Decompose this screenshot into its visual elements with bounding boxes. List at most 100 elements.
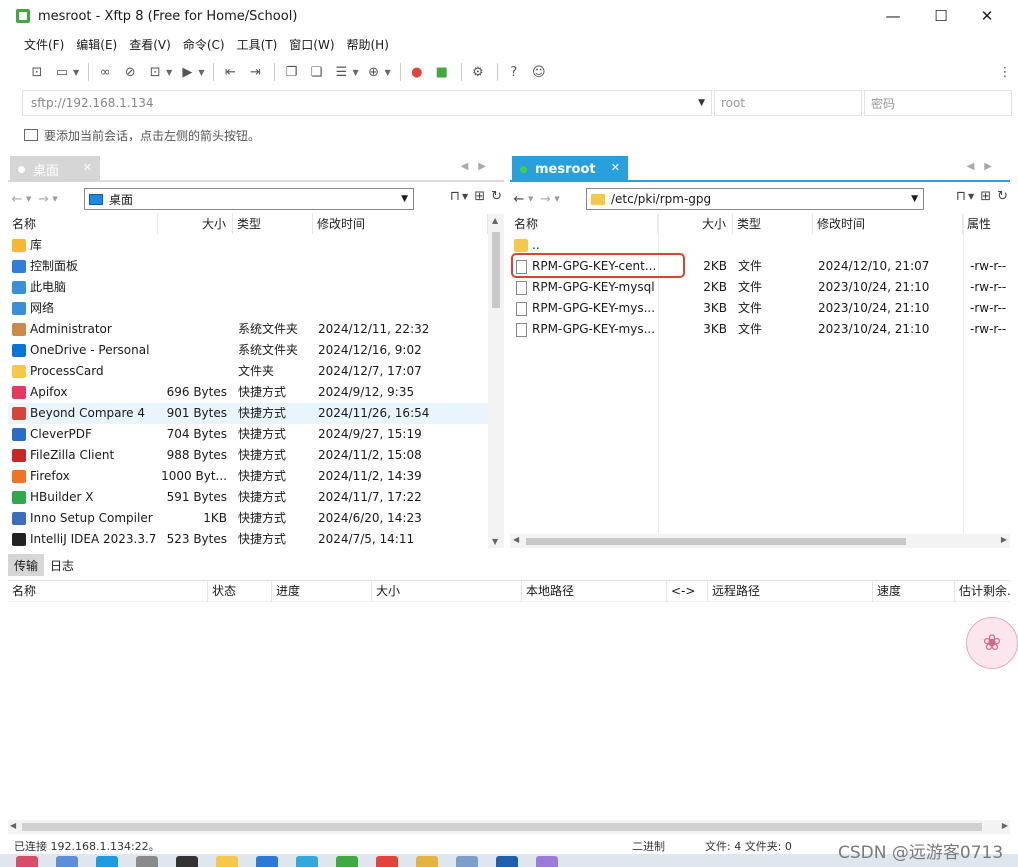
disconnect-icon[interactable]: ⊘	[119, 61, 141, 83]
back-arrow-icon[interactable]: ←	[510, 192, 528, 207]
taskbar-app-icon[interactable]	[56, 856, 78, 867]
table-row[interactable]: 网络	[8, 298, 504, 319]
taskbar-vscode-icon[interactable]	[256, 856, 278, 867]
back-dropdown-icon[interactable]: ▼	[528, 195, 533, 203]
menu-window[interactable]: 窗口(W)	[283, 36, 340, 53]
feedback-icon[interactable]: ☺	[528, 61, 550, 83]
taskbar-app-icon[interactable]	[376, 856, 398, 867]
forward-arrow-icon[interactable]: →	[536, 192, 554, 207]
remote-path-input[interactable]: /etc/pki/rpm-gpg ▼	[586, 188, 924, 210]
table-row[interactable]: ProcessCard 文件夹 2024/12/7, 17:07	[8, 361, 504, 382]
tab-mesroot[interactable]: mesroot ✕	[512, 156, 628, 182]
settings-gear-icon[interactable]: ⚙	[467, 61, 489, 83]
transfer-horizontal-scrollbar[interactable]: ◀ ▶	[8, 820, 1010, 834]
table-row[interactable]: 控制面板	[8, 256, 504, 277]
back-dropdown-icon[interactable]: ▼	[26, 195, 31, 203]
forward-dropdown-icon[interactable]: ▼	[554, 195, 559, 203]
col-type[interactable]: 类型	[733, 214, 813, 234]
transfer-dropdown-icon[interactable]: ▼	[198, 68, 204, 77]
menu-help[interactable]: 帮助(H)	[341, 36, 395, 53]
upload-icon[interactable]: ⇤	[219, 61, 241, 83]
encoding-dropdown-icon[interactable]: ▼	[385, 68, 391, 77]
username-input[interactable]: root	[714, 90, 862, 116]
scroll-right-icon[interactable]: ▶	[1002, 821, 1008, 830]
transfer-icon[interactable]: ▶	[176, 61, 198, 83]
new-tab-dropdown-icon[interactable]: ▼	[166, 68, 172, 77]
col-name[interactable]: 名称	[8, 214, 158, 234]
globe-icon[interactable]: ⊕	[363, 61, 385, 83]
new-tab-icon[interactable]: ⊡	[144, 61, 166, 83]
tab-scroll-arrows-icon[interactable]: ◀▶	[461, 161, 496, 172]
scroll-thumb[interactable]	[22, 823, 982, 831]
col-progress[interactable]: 进度	[272, 581, 372, 602]
menu-file[interactable]: 文件(F)	[18, 36, 70, 53]
remote-horizontal-scrollbar[interactable]: ◀ ▶	[510, 534, 1010, 548]
taskbar-app-icon[interactable]	[456, 856, 478, 867]
scroll-left-icon[interactable]: ◀	[10, 821, 16, 830]
table-row[interactable]: 库	[8, 235, 504, 256]
taskbar-folder-icon[interactable]	[216, 856, 238, 867]
forward-dropdown-icon[interactable]: ▼	[52, 195, 57, 203]
taskbar-app-icon[interactable]	[96, 856, 118, 867]
scroll-thumb[interactable]	[492, 232, 500, 308]
tab-scroll-arrows-icon[interactable]: ◀▶	[967, 161, 1002, 172]
menu-command[interactable]: 命令(C)	[177, 36, 231, 53]
scroll-left-icon[interactable]: ◀	[513, 535, 519, 544]
col-type[interactable]: 类型	[233, 214, 313, 234]
minimize-button[interactable]: —	[870, 0, 916, 32]
tab-transfer[interactable]: 传输	[8, 554, 45, 576]
col-name[interactable]: 名称	[8, 581, 208, 602]
new-session-icon[interactable]: ⊡	[26, 61, 48, 83]
copy-icon[interactable]: ❐	[280, 61, 302, 83]
view-dropdown-icon[interactable]: ▼	[352, 68, 358, 77]
table-row[interactable]: 此电脑	[8, 277, 504, 298]
col-name[interactable]: 名称	[510, 214, 658, 234]
table-row[interactable]: RPM-GPG-KEY-mys... 3KB 文件 2023/10/24, 21:10…	[510, 298, 1010, 319]
open-dropdown-icon[interactable]: ▼	[73, 68, 79, 77]
refresh-icon[interactable]: ↻	[997, 189, 1008, 204]
new-folder-icon[interactable]: ⊞	[980, 189, 991, 204]
duplicate-icon[interactable]: ❏	[305, 61, 327, 83]
local-vertical-scrollbar[interactable]: ▲ ▼	[488, 214, 504, 548]
col-attributes[interactable]: 属性	[963, 214, 1010, 234]
col-size[interactable]: 大小	[372, 581, 522, 602]
add-session-icon[interactable]	[24, 129, 38, 141]
scroll-down-icon[interactable]: ▼	[492, 537, 498, 546]
bookmark-icon[interactable]: ⊓	[956, 189, 966, 204]
scroll-up-icon[interactable]: ▲	[492, 216, 498, 225]
col-status[interactable]: 状态	[208, 581, 272, 602]
scroll-thumb[interactable]	[526, 538, 906, 545]
help-icon[interactable]: ?	[503, 61, 525, 83]
table-row[interactable]: RPM-GPG-KEY-mys... 3KB 文件 2023/10/24, 21:10…	[510, 319, 1010, 340]
col-remote-path[interactable]: 远程路径	[708, 581, 873, 602]
col-modified[interactable]: 修改时间	[813, 214, 963, 234]
table-row[interactable]: Administrator 系统文件夹 2024/12/11, 22:32	[8, 319, 504, 340]
table-row[interactable]: Apifox 696 Bytes 快捷方式 2024/9/12, 9:35	[8, 382, 504, 403]
refresh-icon[interactable]: ↻	[491, 189, 502, 204]
menu-edit[interactable]: 编辑(E)	[70, 36, 123, 53]
table-row[interactable]: CleverPDF 704 Bytes 快捷方式 2024/9/27, 15:19	[8, 424, 504, 445]
col-modified[interactable]: 修改时间	[313, 214, 488, 234]
table-row[interactable]: Beyond Compare 4 901 Bytes 快捷方式 2024/11/26,…	[8, 403, 504, 424]
path-dropdown-icon[interactable]: ▼	[911, 194, 918, 204]
col-size[interactable]: 大小	[658, 214, 733, 234]
close-button[interactable]: ✕	[964, 0, 1010, 32]
more-options-icon[interactable]: ⋮	[994, 61, 1016, 83]
tab-close-icon[interactable]: ✕	[611, 161, 620, 174]
taskbar-xftp-icon[interactable]	[336, 856, 358, 867]
bookmark-dropdown-icon[interactable]: ▼	[462, 192, 468, 201]
reconnect-icon[interactable]: ∞	[94, 61, 116, 83]
xshell-icon[interactable]: ●	[406, 61, 428, 83]
table-row[interactable]: HBuilder X 591 Bytes 快捷方式 2024/11/7, 17:22	[8, 487, 504, 508]
tab-log[interactable]: 日志	[44, 554, 80, 576]
table-row[interactable]: OneDrive - Personal 系统文件夹 2024/12/16, 9:02	[8, 340, 504, 361]
bookmark-icon[interactable]: ⊓	[450, 189, 460, 204]
tab-desktop[interactable]: 桌面 ✕	[10, 156, 100, 182]
new-folder-icon[interactable]: ⊞	[474, 189, 485, 204]
taskbar-app-icon[interactable]	[136, 856, 158, 867]
maximize-button[interactable]: ☐	[918, 0, 964, 32]
open-folder-icon[interactable]: ▭	[51, 61, 73, 83]
table-row[interactable]: RPM-GPG-KEY-mysql 2KB 文件 2023/10/24, 21:10 -…	[510, 277, 1010, 298]
address-dropdown-icon[interactable]: ▼	[698, 98, 705, 108]
local-path-input[interactable]: 桌面 ▼	[84, 188, 414, 210]
